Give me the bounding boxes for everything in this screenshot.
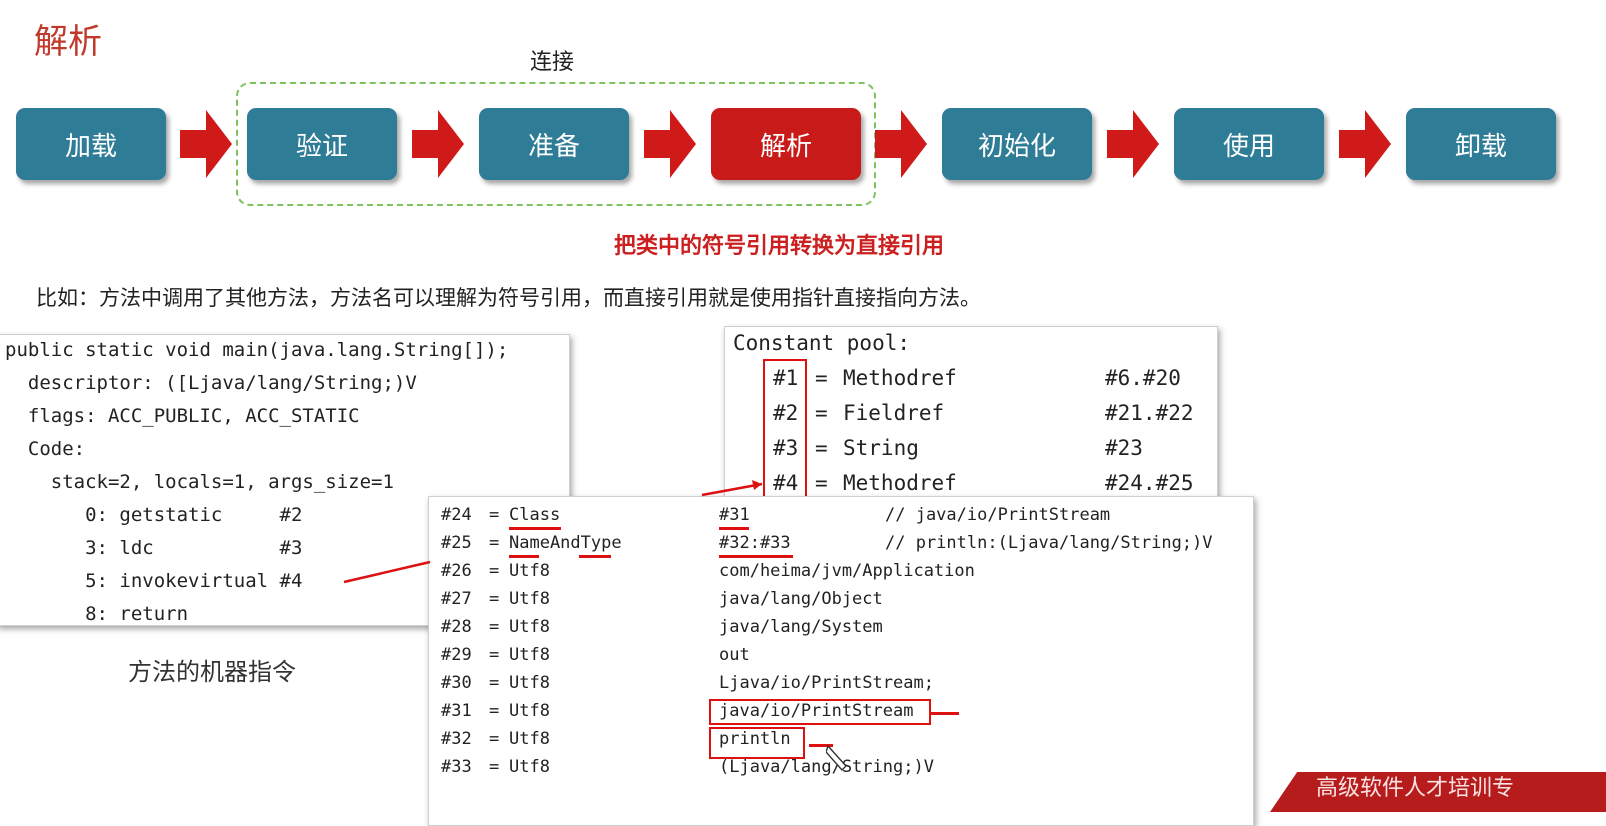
method-caption: 方法的机器指令 [128, 658, 296, 686]
brand-banner: 高级软件人才培训专 [1270, 772, 1606, 812]
cursor-pencil-icon [826, 744, 847, 772]
